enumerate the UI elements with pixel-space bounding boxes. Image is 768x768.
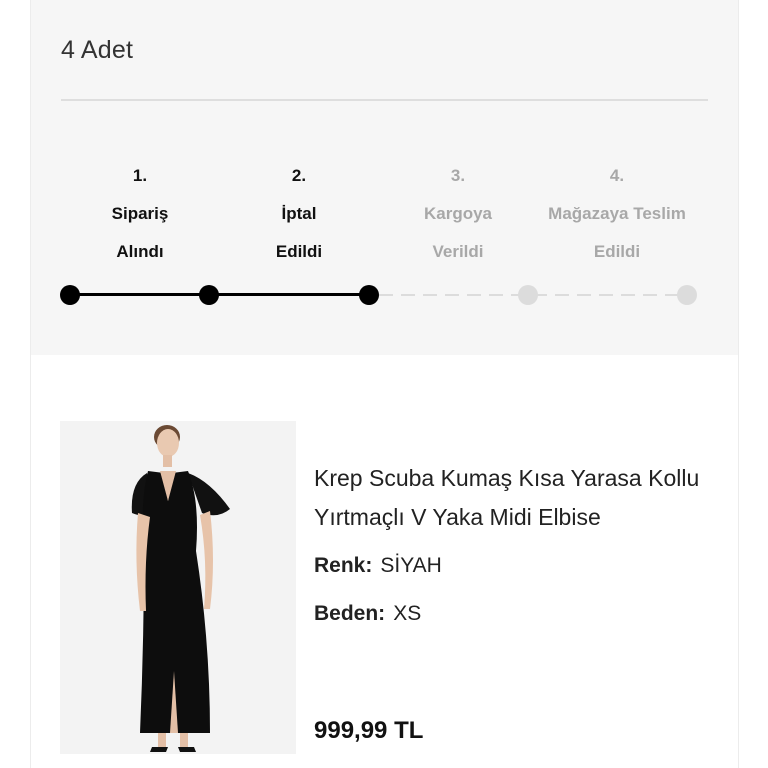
color-value: SİYAH xyxy=(380,554,442,577)
product-size: Beden: XS xyxy=(314,602,421,626)
step-dot-4 xyxy=(518,285,538,305)
progress-line-complete xyxy=(70,293,370,296)
step-dot-1 xyxy=(60,285,80,305)
size-value: XS xyxy=(393,602,422,625)
product-title[interactable]: Krep Scuba Kumaş Kısa Yarasa Kollu Yırtm… xyxy=(314,459,724,537)
product-image[interactable] xyxy=(60,421,296,754)
step-dot-5 xyxy=(677,285,697,305)
size-label: Beden: xyxy=(314,602,386,625)
dress-photo-icon xyxy=(60,421,296,754)
product-color: Renk: SİYAH xyxy=(314,554,442,578)
step-dot-3-current xyxy=(359,285,379,305)
progress-track xyxy=(0,0,768,330)
product-price: 999,99 TL xyxy=(314,717,424,744)
color-label: Renk: xyxy=(314,554,373,577)
step-dot-2 xyxy=(199,285,219,305)
